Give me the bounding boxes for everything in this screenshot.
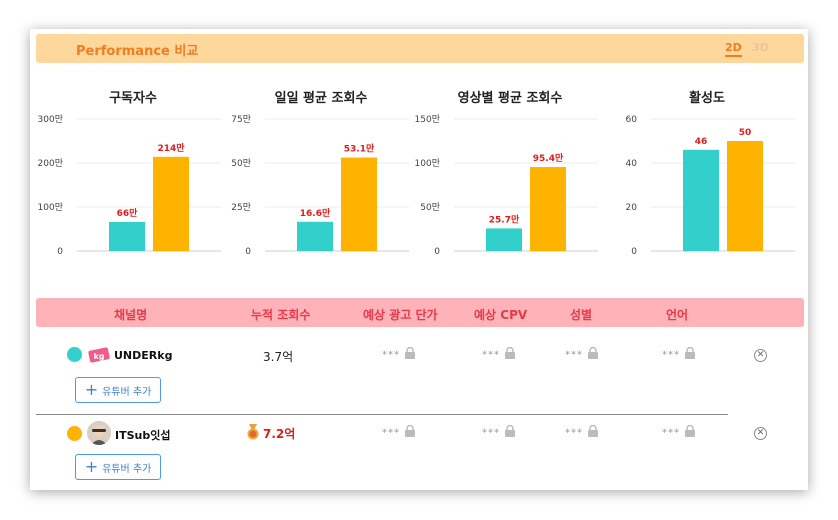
y-tick-label: 50만	[420, 202, 440, 213]
lock-icon	[404, 346, 416, 362]
y-tick-label: 100만	[415, 158, 440, 169]
y-tick-label: 50만	[231, 158, 251, 169]
locked-value[interactable]: ***	[382, 424, 416, 440]
channel-avatar: kg	[88, 344, 110, 366]
locked-value[interactable]: ***	[662, 346, 696, 362]
add-youtuber-label: 유튜버 추가	[102, 463, 152, 475]
chart-activity: 활성도 0 20 40 60 46 50	[619, 87, 795, 257]
col-gender: 성별	[570, 308, 593, 322]
close-circle-icon: ✕	[756, 428, 765, 438]
series-color-dot	[67, 347, 82, 362]
chart-per-video-avg-views: 영상별 평균 조회수 0 50만 100만 150만 25.7만 95.4만	[415, 87, 598, 257]
chart-plot: 0 100만 200만 300만 66만 214만	[38, 114, 221, 257]
channel-avatar	[87, 421, 111, 445]
col-total-views: 누적 조회수	[251, 308, 311, 322]
remove-channel-button[interactable]: ✕	[754, 427, 767, 440]
remove-channel-button[interactable]: ✕	[754, 349, 767, 362]
chart-plot: 0 20 40 60 46 50	[626, 115, 795, 257]
y-tick-label: 0	[631, 247, 637, 257]
y-tick-label: 60	[626, 115, 638, 125]
lock-icon	[504, 424, 516, 440]
y-tick-label: 25만	[231, 202, 251, 213]
chart-title: 일일 평균 조회수	[274, 91, 368, 106]
y-tick-label: 200만	[38, 158, 63, 169]
svg-text:kg: kg	[93, 352, 104, 361]
add-youtuber-button[interactable]: + 유튜버 추가	[75, 454, 161, 480]
y-tick-label: 0	[434, 247, 440, 257]
bar-value-label: 16.6만	[300, 207, 331, 219]
bar-value-label: 53.1만	[344, 143, 375, 155]
bar	[727, 141, 763, 251]
bar-value-label: 66만	[117, 207, 139, 219]
col-ad-price: 예상 광고 단가	[363, 308, 438, 322]
bar-value-label: 25.7만	[489, 213, 520, 225]
y-tick-label: 20	[626, 203, 638, 213]
bar-value-label: 95.4만	[533, 152, 564, 164]
col-cpv: 예상 CPV	[474, 308, 528, 322]
toggle-2d[interactable]: 2D	[725, 41, 742, 57]
locked-value[interactable]: ***	[482, 424, 516, 440]
bar	[297, 221, 333, 251]
col-language: 언어	[666, 308, 689, 322]
chart-daily-avg-views: 일일 평균 조회수 0 25만 50만 75만 16.6만 53.1만	[231, 87, 409, 257]
performance-compare-card: Performance 비교 2D 3D 구독자수 0 100만 200만 300만 6…	[30, 29, 808, 490]
locked-value[interactable]: ***	[382, 346, 416, 362]
add-youtuber-label: 유튜버 추가	[102, 386, 152, 398]
locked-value[interactable]: ***	[482, 346, 516, 362]
bar-value-label: 46	[695, 137, 708, 147]
table-row: ITSub잇섭 7.2억 *** *** *** *** ✕ + 유튜버 추가	[30, 419, 808, 489]
lock-icon	[504, 346, 516, 362]
chart-plot: 0 25만 50만 75만 16.6만 53.1만	[231, 114, 409, 257]
y-tick-label: 150만	[415, 114, 440, 125]
channel-name[interactable]: ITSub잇섭	[115, 427, 170, 443]
locked-value[interactable]: ***	[662, 424, 696, 440]
bar	[109, 221, 145, 251]
table-header: 채널명 누적 조회수 예상 광고 단가 예상 CPV 성별 언어	[36, 298, 804, 327]
lock-icon	[404, 424, 416, 440]
bar-value-label: 214만	[157, 142, 185, 154]
chart-subscribers: 구독자수 0 100만 200만 300만 66만 214만	[38, 87, 221, 257]
medal-icon	[246, 424, 260, 444]
y-tick-label: 0	[57, 247, 63, 257]
bar	[486, 228, 522, 251]
lock-icon	[587, 424, 599, 440]
chart-title: 영상별 평균 조회수	[457, 91, 563, 106]
plus-icon: +	[84, 380, 99, 399]
close-circle-icon: ✕	[756, 350, 765, 360]
y-tick-label: 75만	[231, 114, 251, 125]
y-tick-label: 300만	[38, 114, 63, 125]
col-channel: 채널명	[114, 308, 148, 322]
lock-icon	[587, 346, 599, 362]
add-youtuber-button[interactable]: + 유튜버 추가	[75, 377, 161, 403]
total-views: 7.2억	[263, 427, 296, 441]
chart-title: 구독자수	[109, 91, 157, 106]
performance-header: Performance 비교 2D 3D	[36, 34, 804, 63]
chart-title: 활성도	[689, 91, 725, 106]
chart-plot: 0 50만 100만 150만 25.7만 95.4만	[415, 114, 598, 257]
bar	[341, 157, 377, 251]
bar-value-label: 50	[739, 128, 752, 138]
y-tick-label: 40	[626, 159, 638, 169]
lock-icon	[684, 346, 696, 362]
plus-icon: +	[84, 457, 99, 476]
y-tick-label: 100만	[38, 202, 63, 213]
y-tick-label: 0	[245, 247, 251, 257]
bar	[153, 156, 189, 251]
lock-icon	[684, 424, 696, 440]
total-views: 3.7억	[263, 350, 294, 364]
header-title: Performance 비교	[76, 44, 199, 59]
locked-value[interactable]: ***	[565, 346, 599, 362]
series-color-dot	[67, 426, 82, 441]
bar	[683, 149, 719, 251]
table-row: kg UNDERkg 3.7억 *** *** *** *** ✕ + 유튜버 …	[30, 339, 808, 409]
row-divider	[36, 414, 728, 415]
locked-value[interactable]: ***	[565, 424, 599, 440]
channel-name[interactable]: UNDERkg	[114, 349, 172, 362]
toggle-3d[interactable]: 3D	[752, 41, 769, 54]
bar	[530, 167, 566, 251]
